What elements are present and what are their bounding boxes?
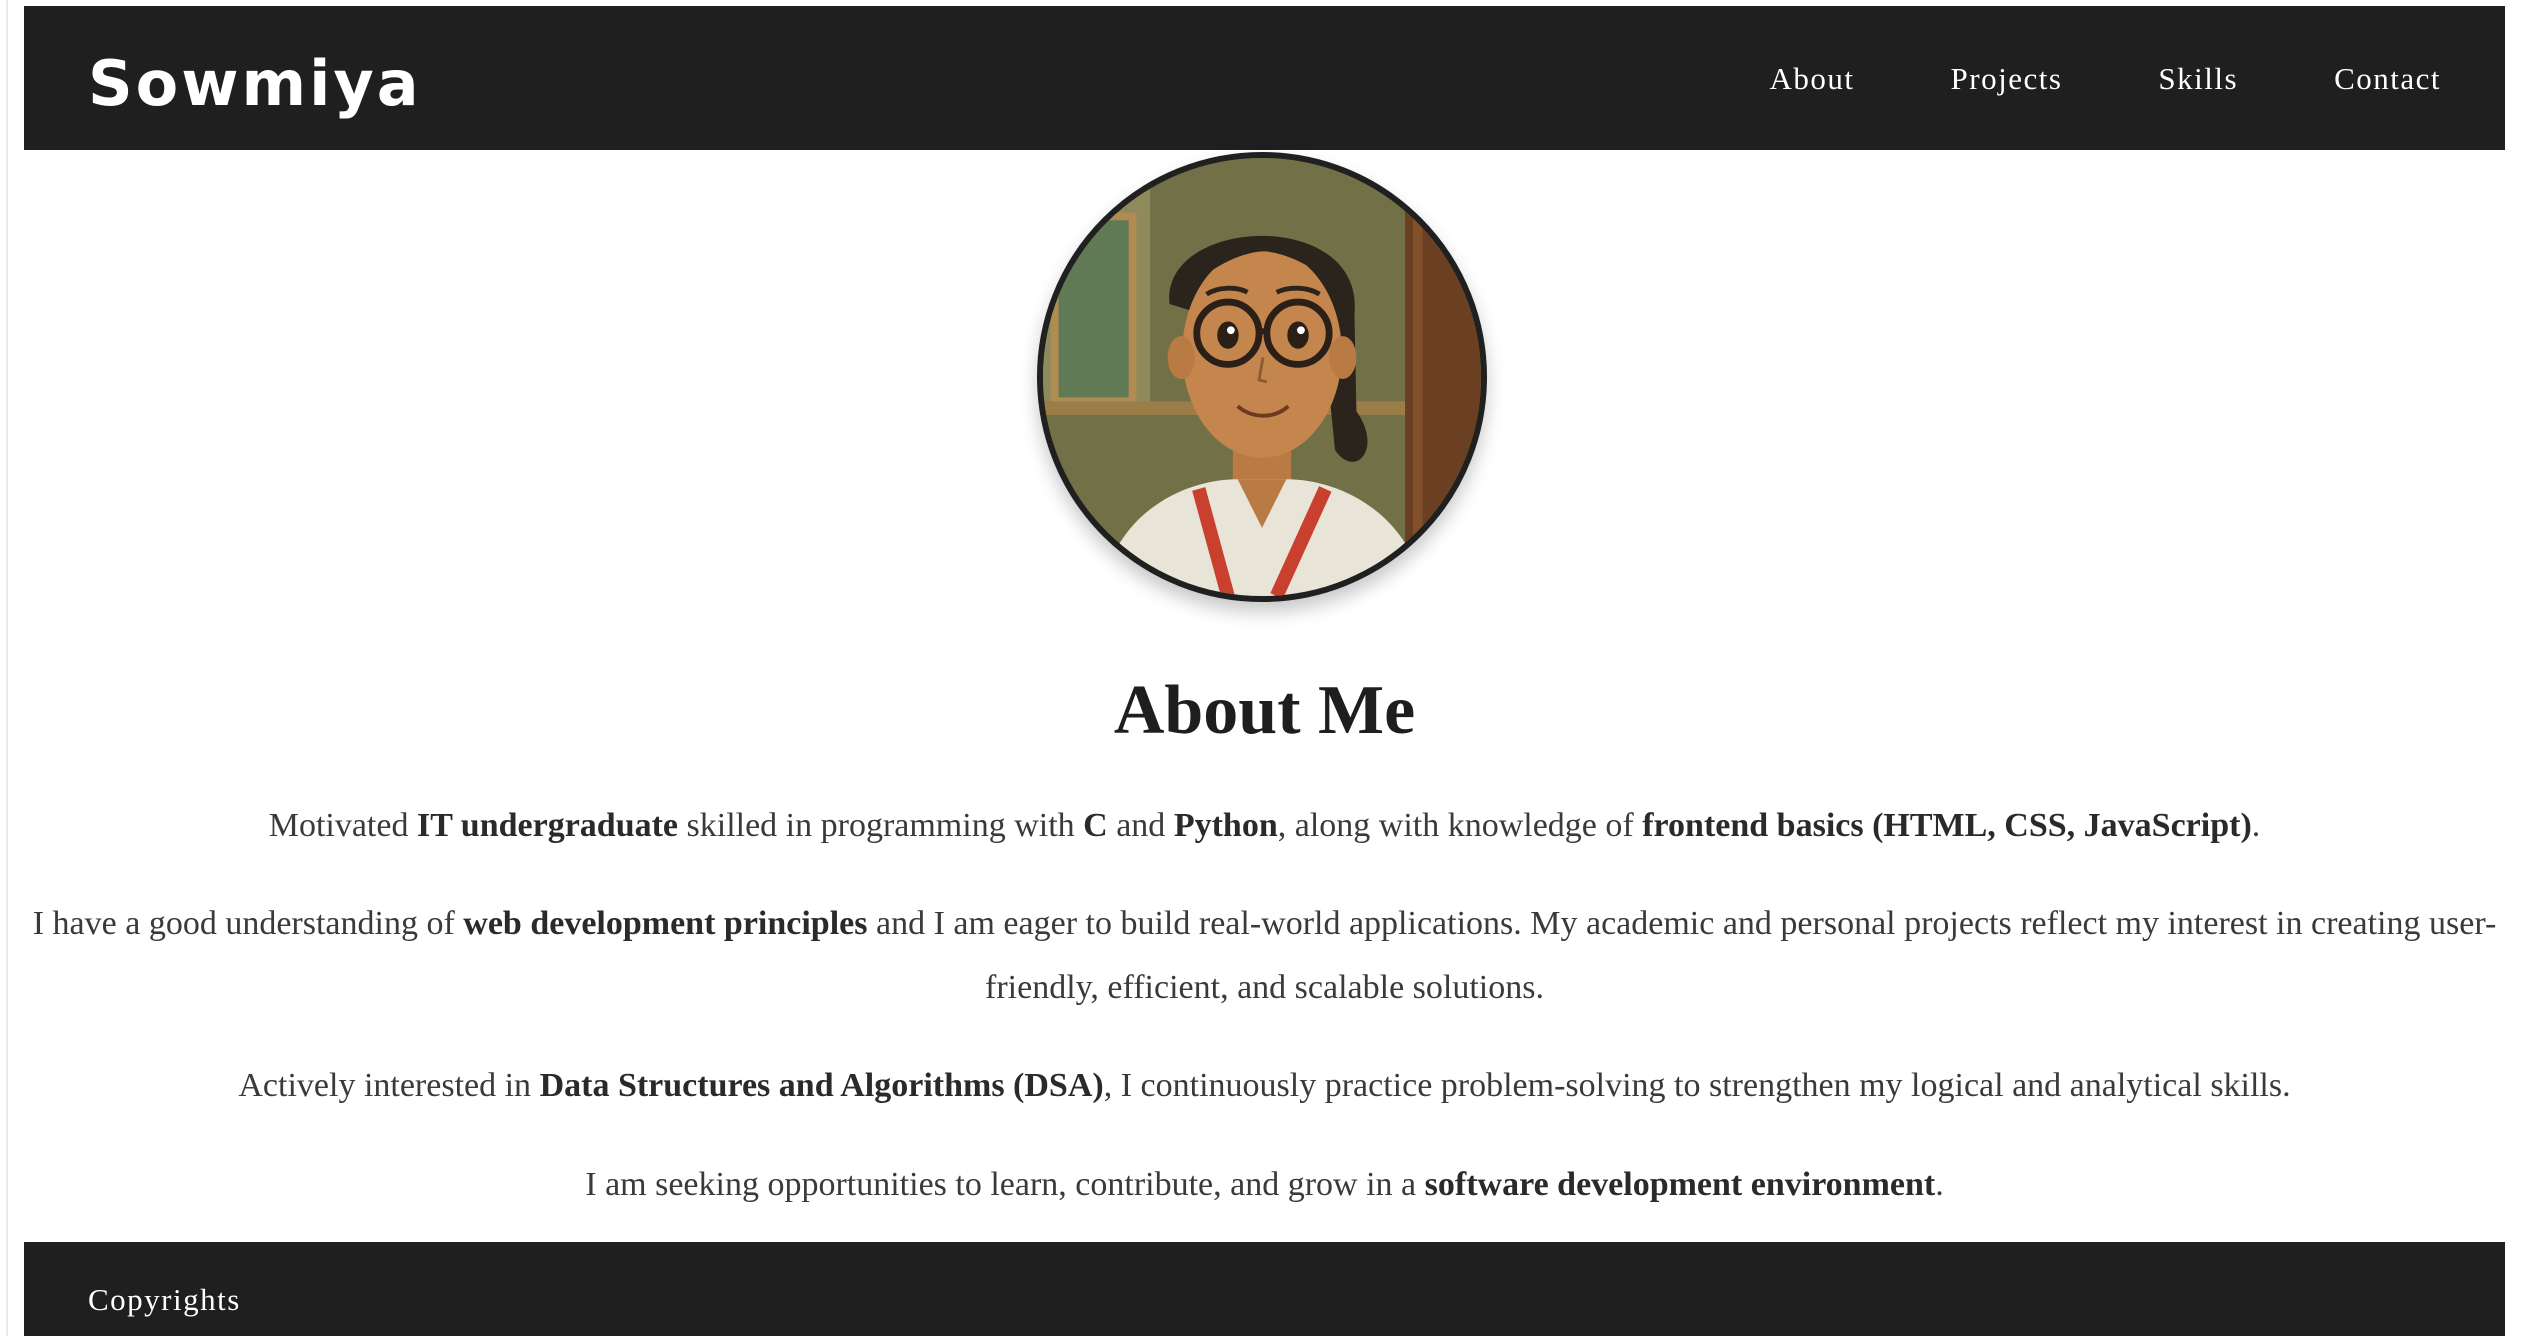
text: skilled in programming with (678, 807, 1084, 844)
text: . (1935, 1166, 1944, 1203)
highlight: frontend basics (HTML, CSS, JavaScript) (1642, 807, 2252, 844)
text: and I am eager to build real-world appli… (867, 905, 2497, 1006)
about-paragraph-4: I am seeking opportunities to learn, con… (24, 1153, 2505, 1217)
highlight: Data Structures and Algorithms (DSA) (539, 1067, 1104, 1104)
text: Actively interested in (238, 1067, 540, 1104)
brand-logo[interactable]: Sowmiya (88, 53, 422, 115)
text: . (2251, 807, 2261, 844)
page-edge-rule (6, 0, 8, 1336)
nav-link-contact[interactable]: Contact (2334, 63, 2441, 94)
highlight: software development environment (1424, 1166, 1936, 1203)
portrait-illustration-icon (1043, 158, 1481, 596)
highlight: Python (1173, 807, 1278, 844)
about-title: About Me (1113, 672, 1416, 749)
about-paragraph-1: Motivated IT undergraduate skilled in pr… (24, 794, 2505, 858)
text: , I continuously practice problem-solvin… (1103, 1067, 2291, 1104)
navbar: Sowmiya About Projects Skills Contact (24, 6, 2505, 150)
nav-link-about[interactable]: About (1770, 63, 1855, 94)
footer-copyright: Copyrights (88, 1282, 241, 1317)
about-paragraph-2: I have a good understanding of web devel… (24, 892, 2505, 1020)
text: I am seeking opportunities to learn, con… (585, 1166, 1425, 1203)
text: I have a good understanding of (32, 905, 464, 942)
text: , along with knowledge of (1277, 807, 1643, 844)
profile-avatar (1037, 152, 1487, 602)
highlight: C (1083, 807, 1108, 844)
main-nav: About Projects Skills Contact (1770, 63, 2441, 94)
text: and (1107, 807, 1174, 844)
nav-link-skills[interactable]: Skills (2158, 63, 2238, 94)
footer: Copyrights (24, 1242, 2505, 1336)
text: Motivated (268, 807, 417, 844)
about-paragraph-3: Actively interested in Data Structures a… (24, 1054, 2505, 1118)
page: Sowmiya About Projects Skills Contact Ab… (24, 6, 2505, 1336)
highlight: web development principles (463, 905, 868, 942)
nav-link-projects[interactable]: Projects (1951, 63, 2063, 94)
highlight: IT undergraduate (416, 807, 679, 844)
